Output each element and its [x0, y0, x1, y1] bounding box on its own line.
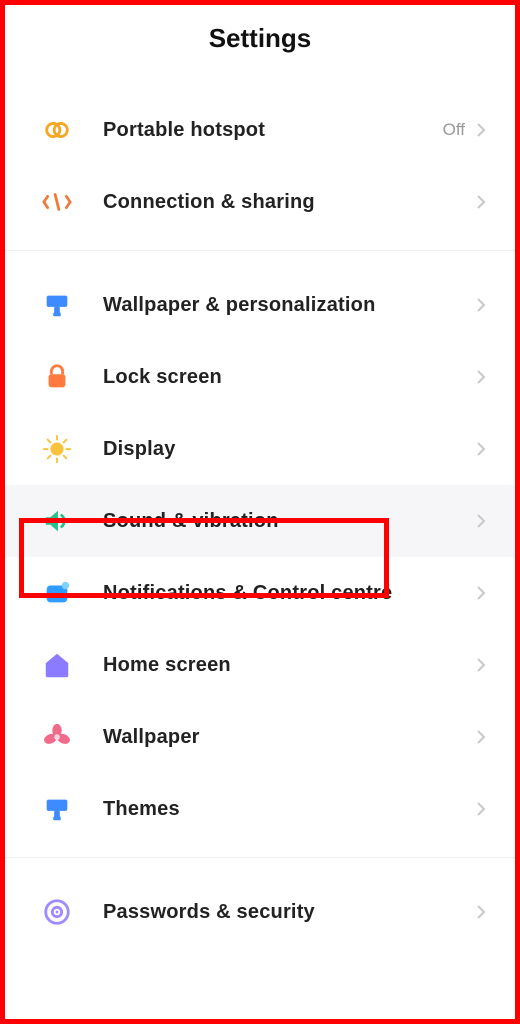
- chevron-right-icon: [475, 655, 487, 675]
- settings-item-label: Display: [103, 438, 475, 461]
- settings-item-lock-screen[interactable]: Lock screen: [5, 341, 515, 413]
- sound-icon: [39, 503, 75, 539]
- link-icon: [39, 184, 75, 220]
- settings-item-label: Passwords & security: [103, 901, 475, 924]
- chevron-right-icon: [475, 295, 487, 315]
- chevron-right-icon: [475, 439, 487, 459]
- settings-item-label: Lock screen: [103, 366, 475, 389]
- settings-item-passwords[interactable]: Passwords & security: [5, 876, 515, 948]
- lock-icon: [39, 359, 75, 395]
- shield-icon: [39, 894, 75, 930]
- chevron-right-icon: [475, 583, 487, 603]
- chevron-right-icon: [475, 511, 487, 531]
- settings-item-hotspot[interactable]: Portable hotspot Off: [5, 94, 515, 166]
- flower-icon: [39, 719, 75, 755]
- home-icon: [39, 647, 75, 683]
- settings-item-label: Wallpaper: [103, 726, 475, 749]
- header: Settings: [5, 5, 515, 94]
- settings-item-label: Portable hotspot: [103, 119, 443, 142]
- settings-item-label: Connection & sharing: [103, 191, 475, 214]
- settings-item-label: Notifications & Control centre: [103, 582, 475, 605]
- settings-item-connection[interactable]: Connection & sharing: [5, 166, 515, 238]
- settings-item-label: Wallpaper & personalization: [103, 294, 475, 317]
- chevron-right-icon: [475, 192, 487, 212]
- chevron-right-icon: [475, 727, 487, 747]
- group-divider: [5, 857, 515, 858]
- chevron-right-icon: [475, 902, 487, 922]
- themes-icon: [39, 791, 75, 827]
- brush-icon: [39, 287, 75, 323]
- settings-item-notifications[interactable]: Notifications & Control centre: [5, 557, 515, 629]
- sun-icon: [39, 431, 75, 467]
- settings-item-label: Themes: [103, 798, 475, 821]
- page-title: Settings: [5, 23, 515, 54]
- chevron-right-icon: [475, 799, 487, 819]
- settings-item-home-screen[interactable]: Home screen: [5, 629, 515, 701]
- group-divider: [5, 250, 515, 251]
- hotspot-icon: [39, 112, 75, 148]
- settings-item-label: Sound & vibration: [103, 510, 475, 533]
- settings-item-label: Home screen: [103, 654, 475, 677]
- notifications-icon: [39, 575, 75, 611]
- settings-item-themes[interactable]: Themes: [5, 773, 515, 845]
- settings-item-wallpaper[interactable]: Wallpaper: [5, 701, 515, 773]
- chevron-right-icon: [475, 367, 487, 387]
- settings-item-display[interactable]: Display: [5, 413, 515, 485]
- settings-item-sound[interactable]: Sound & vibration: [5, 485, 515, 557]
- settings-item-wallpaper-personalization[interactable]: Wallpaper & personalization: [5, 269, 515, 341]
- chevron-right-icon: [475, 120, 487, 140]
- settings-item-value: Off: [443, 120, 465, 140]
